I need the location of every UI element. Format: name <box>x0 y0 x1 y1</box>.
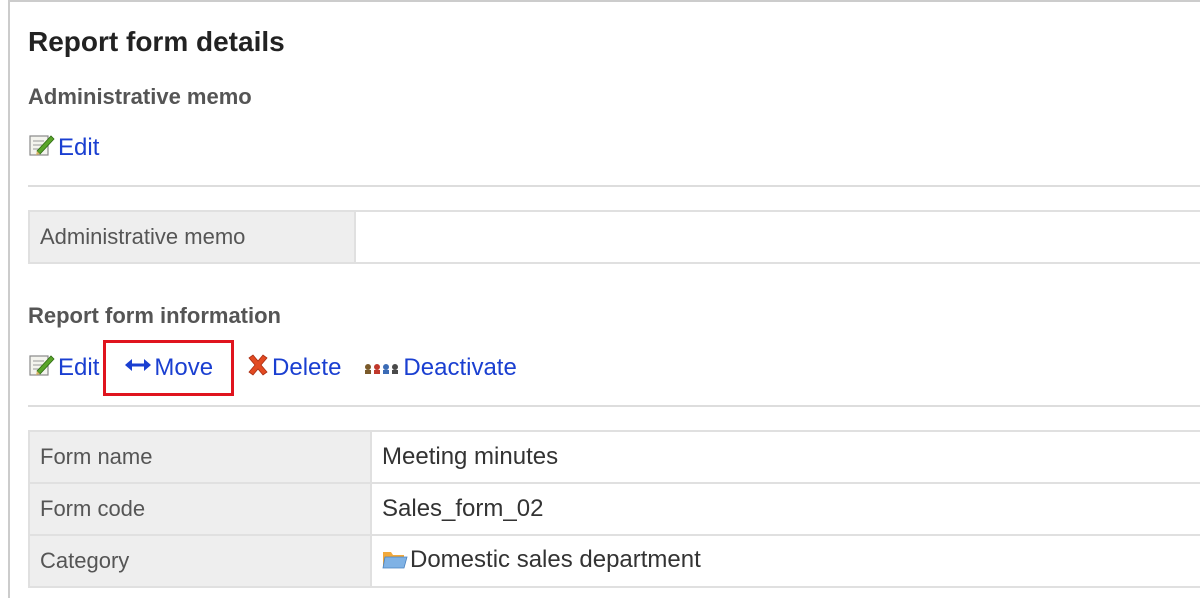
move-label: Move <box>154 354 214 381</box>
memo-section-title: Administrative memo <box>28 84 252 109</box>
edit-icon <box>28 133 56 164</box>
info-table: Form name Meeting minutes Form code Sale… <box>28 430 1200 588</box>
memo-toolbar: Edit <box>28 133 99 163</box>
delete-x-icon <box>246 353 270 383</box>
info-edit-link[interactable]: Edit <box>28 353 99 384</box>
deactivate-link[interactable]: Deactivate <box>363 354 517 382</box>
category-label: Category <box>28 534 372 588</box>
info-section-title: Report form information <box>28 303 281 328</box>
move-link[interactable]: Move <box>124 354 213 382</box>
deactivate-label: Deactivate <box>403 354 517 381</box>
delete-label: Delete <box>272 354 342 381</box>
info-edit-label: Edit <box>58 354 100 381</box>
form-name-value: Meeting minutes <box>370 430 1200 484</box>
table-row: Administrative memo <box>28 210 1200 264</box>
folder-icon <box>382 548 408 577</box>
table-row: Form name Meeting minutes <box>28 430 1200 484</box>
page-title: Report form details <box>28 26 285 57</box>
form-name-label: Form name <box>28 430 372 484</box>
category-value: Domestic sales department <box>410 545 701 573</box>
memo-value <box>354 210 1200 264</box>
edit-icon <box>28 353 56 384</box>
category-value-cell: Domestic sales department <box>370 534 1200 588</box>
move-arrows-icon <box>124 354 152 382</box>
memo-table: Administrative memo <box>28 210 1200 264</box>
table-row: Category Domestic sales department <box>28 534 1200 588</box>
form-code-label: Form code <box>28 482 372 536</box>
table-row: Form code Sales_form_02 <box>28 482 1200 536</box>
delete-link[interactable]: Delete <box>246 353 342 383</box>
deactivate-icon <box>363 354 401 382</box>
move-highlight-box: Move <box>103 340 235 396</box>
form-code-value: Sales_form_02 <box>370 482 1200 536</box>
divider <box>28 405 1200 407</box>
info-toolbar: Edit Move Delete Deactivate <box>28 340 517 396</box>
memo-edit-label: Edit <box>58 134 100 161</box>
memo-label: Administrative memo <box>28 210 356 264</box>
divider <box>28 185 1200 187</box>
memo-edit-link[interactable]: Edit <box>28 133 99 164</box>
